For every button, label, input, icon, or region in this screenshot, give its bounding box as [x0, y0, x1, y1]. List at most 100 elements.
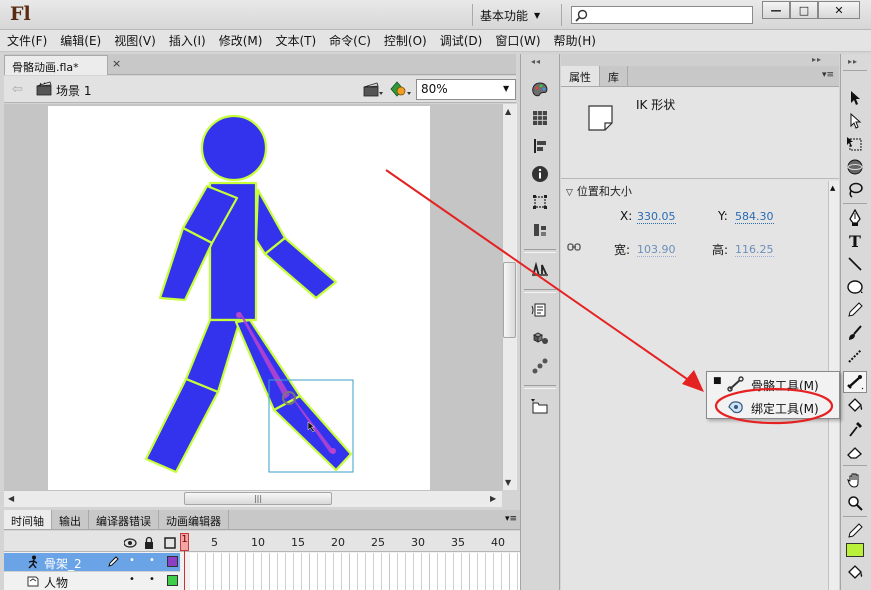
fill-color-swatch[interactable] [846, 543, 864, 557]
color-panel-button[interactable] [529, 79, 551, 101]
scroll-right-icon[interactable]: ▶ [490, 494, 496, 503]
position-size-section-header[interactable]: ▽ 位置和大小 [566, 183, 632, 199]
tab-output[interactable]: 输出 [52, 510, 89, 529]
text-tool[interactable]: T [843, 230, 867, 252]
width-value-field[interactable]: 103.90 [637, 243, 676, 257]
text-t-icon: T [849, 231, 861, 251]
flyout-item-bone-tool[interactable]: ■ 骨骼工具(M) [707, 373, 839, 395]
expand-arrows-icon[interactable]: ▸▸ [848, 57, 858, 66]
lock-dot[interactable]: • [149, 574, 155, 585]
transform-icon [847, 137, 862, 151]
outline-icon[interactable] [164, 537, 176, 549]
section-title: 位置和大小 [576, 185, 632, 198]
menu-help[interactable]: 帮助(H) [554, 32, 596, 49]
eyedropper-tool[interactable] [843, 418, 867, 440]
eraser-tool[interactable] [843, 441, 867, 463]
close-button[interactable]: ✕ [818, 1, 860, 19]
y-value-field[interactable]: 584.30 [735, 210, 774, 224]
motion-presets-button[interactable] [529, 355, 551, 377]
panel-menu-icon[interactable]: ▾≡ [505, 514, 517, 524]
panel-menu-icon[interactable]: ▾≡ [822, 70, 834, 80]
3d-rotation-tool[interactable] [843, 156, 867, 178]
actions-panel-button[interactable] [529, 299, 551, 321]
frame-number: 35 [451, 536, 465, 549]
lasso-tool[interactable] [843, 179, 867, 201]
zoom-tool[interactable] [843, 492, 867, 514]
visibility-dot[interactable]: • [129, 574, 135, 585]
script-icon [531, 303, 546, 317]
white-arrow-icon [850, 113, 862, 129]
figure-shin-back[interactable] [272, 394, 353, 472]
flyout-item-bind-tool[interactable]: 绑定工具(M) [707, 396, 839, 418]
vertical-scroll-thumb[interactable] [503, 262, 516, 338]
bone-tool[interactable] [843, 371, 867, 393]
scroll-left-icon[interactable]: ◀ [8, 494, 14, 503]
swatches-panel-button[interactable] [529, 107, 551, 129]
free-transform-tool[interactable] [843, 133, 867, 155]
info-panel-button[interactable] [529, 163, 551, 185]
height-value-field[interactable]: 116.25 [735, 243, 774, 257]
brush-tool[interactable] [843, 322, 867, 344]
panel-grip[interactable] [561, 54, 839, 66]
stroke-color-tool[interactable] [843, 520, 867, 542]
restore-button[interactable]: □ [790, 1, 818, 19]
library-components-button[interactable] [529, 327, 551, 349]
tab-library[interactable]: 库 [600, 66, 628, 86]
link-lock-icon[interactable] [567, 241, 581, 253]
pencil-tool[interactable] [843, 299, 867, 321]
layer-color-swatch[interactable] [167, 575, 178, 586]
deco-tool[interactable] [843, 345, 867, 367]
figure-back-forearm[interactable] [263, 236, 338, 300]
scroll-up-icon[interactable]: ▲ [505, 107, 511, 116]
tab-properties[interactable]: 属性 [561, 66, 600, 86]
expand-arrows-icon[interactable]: ▸▸ [812, 55, 822, 64]
search-input[interactable] [571, 6, 753, 24]
transform-panel-button[interactable] [529, 191, 551, 213]
layer-row[interactable]: 人物 • • [4, 571, 180, 590]
tab-compiler-errors[interactable]: 编译器错误 [89, 510, 159, 529]
tab-timeline[interactable]: 时间轴 [4, 510, 52, 529]
minimize-button[interactable]: — [762, 1, 790, 19]
x-value-field[interactable]: 330.05 [637, 210, 676, 224]
palette-icon [532, 82, 548, 97]
line-icon [848, 257, 862, 271]
divider [843, 465, 867, 466]
flyout-item-label: 骨骼工具(M) [751, 379, 819, 393]
hand-tool[interactable] [843, 469, 867, 491]
subselection-tool[interactable] [843, 110, 867, 132]
components-panel-button[interactable] [529, 259, 551, 281]
line-tool[interactable] [843, 253, 867, 275]
frame-number: 30 [411, 536, 425, 549]
tab-motion-editor[interactable]: 动画编辑器 [159, 510, 229, 529]
lock-icon[interactable] [145, 536, 153, 550]
playhead[interactable]: 1 [180, 533, 189, 551]
scroll-down-icon[interactable]: ▼ [505, 478, 511, 487]
figure-forearm[interactable] [158, 226, 214, 302]
lock-dot[interactable]: • [149, 555, 155, 566]
stick-figure[interactable] [0, 0, 520, 510]
align-panel-button[interactable] [529, 135, 551, 157]
figure-head[interactable] [200, 114, 268, 182]
visibility-dot[interactable]: • [129, 555, 135, 566]
layer-name: 人物 [44, 576, 69, 590]
eye-icon[interactable] [124, 538, 137, 548]
layer-row[interactable]: 骨架_2 • • [4, 553, 180, 571]
layer-color-swatch[interactable] [167, 556, 178, 567]
divider [561, 178, 839, 179]
collapse-triangle-icon: ▽ [566, 188, 573, 198]
fill-color-tool[interactable] [843, 562, 867, 584]
paint-bucket-tool[interactable] [843, 395, 867, 417]
scroll-up-icon[interactable]: ▲ [830, 184, 835, 192]
project-panel-button[interactable] [529, 396, 551, 418]
figure-shin-front[interactable] [144, 377, 220, 474]
oval-tool[interactable] [843, 276, 867, 298]
paint-bucket-icon [848, 398, 863, 412]
collapse-arrows-icon[interactable]: ◂◂ [531, 57, 541, 66]
horizontal-scroll-thumb[interactable]: ||| [184, 492, 332, 505]
pen-tool[interactable] [843, 207, 867, 229]
divider [843, 70, 867, 71]
info-icon [532, 166, 548, 182]
scene-panel-button[interactable] [529, 219, 551, 241]
selection-tool[interactable] [843, 87, 867, 109]
brush-icon [849, 325, 862, 340]
